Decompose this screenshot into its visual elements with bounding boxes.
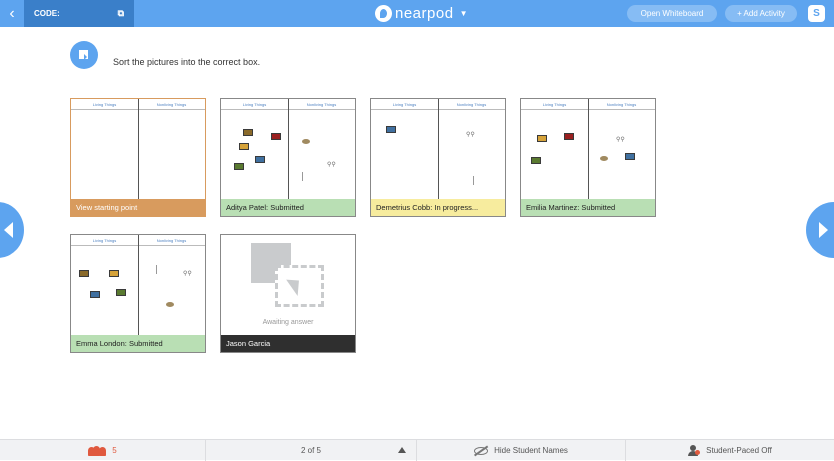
bottom-bar: 5 2 of 5 Hide Student Names Student-Pace… [0, 439, 834, 461]
board-header-right: Nonliving Things [456, 102, 487, 107]
hide-student-names-button[interactable]: Hide Student Names [417, 440, 625, 461]
sorting-board: Living Things Nonliving Things ⚲⚲ [521, 99, 655, 199]
top-bar: ‹ CODE: ⧉ nearpod ▼ Open Whiteboard + Ad… [0, 0, 834, 27]
picture-tile [156, 265, 157, 274]
sorting-board: Living Things Nonliving Things [71, 99, 205, 199]
people-icon [88, 445, 107, 456]
student-card[interactable]: Living Things Nonliving Things ⚲⚲ Aditya… [220, 98, 356, 217]
awaiting-text: Awaiting answer [262, 319, 314, 326]
picture-tile [271, 133, 281, 140]
card-label: Demetrius Cobb: In progress... [371, 199, 505, 216]
prompt-text: Sort the pictures into the correct box. [113, 57, 261, 67]
logo-text: nearpod [395, 5, 454, 22]
nearpod-logo[interactable]: nearpod ▼ [375, 4, 467, 23]
page-indicator: 2 of 5 [300, 446, 321, 455]
picture-tile [625, 153, 635, 160]
students-button[interactable]: 5 [0, 440, 205, 461]
picture-tile [239, 143, 249, 150]
sorting-board: Living Things Nonliving Things ⚲⚲ [371, 99, 505, 199]
student-paced-icon [688, 445, 701, 456]
student-card[interactable]: Living Things Nonliving Things ⚲⚲ Demetr… [370, 98, 506, 217]
next-slide-button[interactable] [806, 202, 834, 258]
card-label: Aditya Patel: Submitted [221, 199, 355, 216]
board-header-right: Nonliving Things [306, 102, 337, 107]
hide-names-label: Hide Student Names [494, 446, 568, 455]
chevron-left-icon[interactable]: ‹ [0, 0, 24, 27]
sorting-board: Living Things Nonliving Things ⚲⚲ [71, 235, 205, 335]
student-count: 5 [112, 446, 117, 455]
picture-tile [386, 126, 396, 133]
bicycle-icon: ⚲⚲ [327, 162, 336, 168]
board-header-left: Living Things [92, 238, 117, 243]
picture-tile [166, 302, 174, 307]
picture-tile [90, 291, 100, 298]
picture-tile [243, 129, 253, 136]
picture-tile [302, 139, 310, 144]
open-whiteboard-button[interactable]: Open Whiteboard [627, 5, 717, 22]
board-header-left: Living Things [242, 102, 267, 107]
app-icon[interactable]: S [808, 5, 825, 22]
card-label: Emma London: Submitted [71, 335, 205, 352]
bicycle-icon: ⚲⚲ [616, 137, 625, 143]
nearpod-mark-icon [375, 5, 392, 22]
slide-pager[interactable]: 2 of 5 [206, 440, 416, 461]
code-box[interactable]: CODE: ⧉ [24, 0, 134, 27]
bicycle-icon: ⚲⚲ [466, 132, 475, 138]
chevron-down-icon[interactable]: ▼ [460, 9, 468, 18]
student-card[interactable]: Living Things Nonliving Things ⚲⚲ Emilia… [520, 98, 656, 217]
picture-tile [473, 176, 474, 185]
drag-and-drop-activity-icon [70, 41, 98, 69]
caret-up-icon[interactable] [398, 447, 406, 453]
picture-tile [79, 270, 89, 277]
student-card-awaiting[interactable]: Awaiting answer Jason Garcia [220, 234, 356, 353]
code-label: CODE: [34, 9, 60, 18]
picture-tile [564, 133, 574, 140]
eye-off-icon [474, 446, 489, 455]
board-header-left: Living Things [542, 102, 567, 107]
picture-tile [537, 135, 547, 142]
student-paced-toggle[interactable]: Student-Paced Off [626, 440, 834, 461]
sorting-board: Living Things Nonliving Things ⚲⚲ [221, 99, 355, 199]
student-card[interactable]: Living Things Nonliving Things ⚲⚲ Emma L… [70, 234, 206, 353]
external-link-icon[interactable]: ⧉ [118, 0, 124, 27]
board-header-right: Nonliving Things [156, 102, 187, 107]
picture-tile [255, 156, 265, 163]
picture-tile [116, 289, 126, 296]
card-label: Emilia Martinez: Submitted [521, 199, 655, 216]
add-activity-button[interactable]: + Add Activity [725, 5, 797, 22]
picture-tile [600, 156, 608, 161]
board-header-left: Living Things [392, 102, 417, 107]
card-label: View starting point [71, 199, 205, 216]
previous-slide-button[interactable] [0, 202, 24, 258]
picture-tile [234, 163, 244, 170]
picture-tile [109, 270, 119, 277]
picture-tile [302, 172, 303, 181]
student-card-starting-point[interactable]: Living Things Nonliving Things View star… [70, 98, 206, 217]
board-header-right: Nonliving Things [156, 238, 187, 243]
card-label: Jason Garcia [221, 335, 355, 352]
board-header-left: Living Things [92, 102, 117, 107]
awaiting-answer-placeholder: Awaiting answer [221, 235, 355, 335]
board-header-right: Nonliving Things [606, 102, 637, 107]
student-paced-label: Student-Paced Off [706, 446, 772, 455]
bicycle-icon: ⚲⚲ [183, 271, 192, 277]
picture-tile [531, 157, 541, 164]
